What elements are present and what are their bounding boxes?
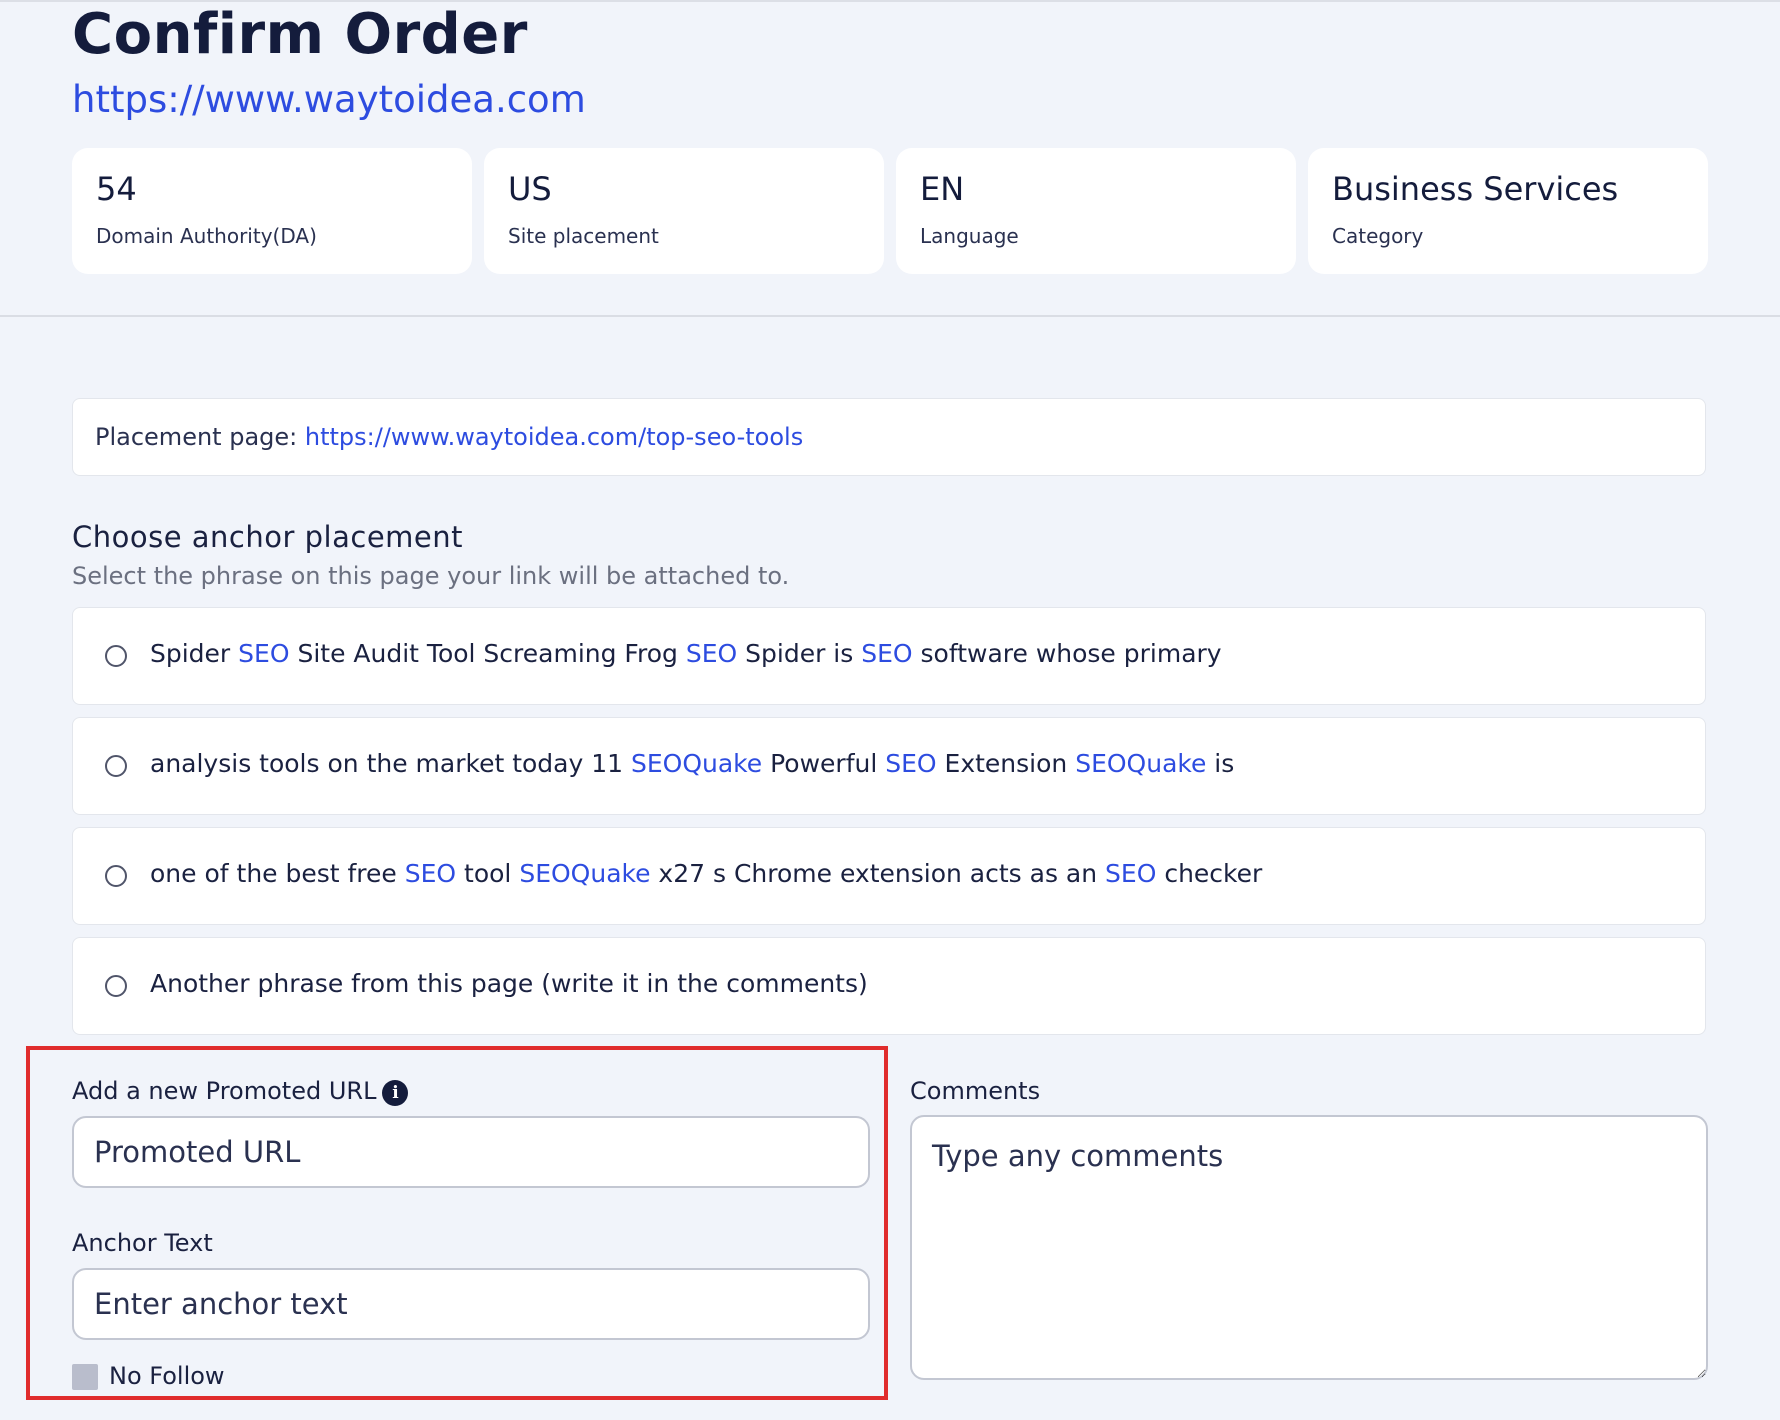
anchor-option-text: Another phrase from this page (write it … — [150, 969, 868, 998]
keyword-highlight: SEOQuake — [519, 859, 651, 888]
keyword-highlight: SEO — [404, 859, 457, 888]
anchor-option-text: one of the best free SEO tool SEOQuake x… — [150, 859, 1262, 888]
stat-label: Language — [920, 224, 1019, 248]
anchor-option[interactable]: one of the best free SEO tool SEOQuake x… — [72, 827, 1706, 925]
stat-label: Site placement — [508, 224, 659, 248]
promoted-url-label: Add a new Promoted URL — [72, 1077, 377, 1105]
keyword-highlight: SEO — [1105, 859, 1157, 888]
stat-value: US — [508, 170, 552, 208]
promoted-url-input[interactable] — [72, 1116, 870, 1188]
anchor-section-subtitle: Select the phrase on this page your link… — [72, 562, 790, 590]
comments-label: Comments — [910, 1077, 1041, 1105]
phrase-text: one of the best free — [150, 859, 405, 888]
phrase-text: Extension — [936, 749, 1076, 778]
keyword-highlight: SEO — [238, 639, 290, 668]
keyword-highlight: SEO — [685, 639, 738, 668]
keyword-highlight: SEOQuake — [1075, 749, 1207, 778]
keyword-highlight: SEO — [885, 749, 937, 778]
phrase-text: is — [1206, 749, 1235, 778]
radio-button[interactable] — [105, 975, 127, 997]
radio-button[interactable] — [105, 755, 127, 777]
stat-label: Domain Authority(DA) — [96, 224, 317, 248]
phrase-text: software whose primary — [912, 639, 1222, 668]
keyword-highlight: SEO — [861, 639, 913, 668]
comments-textarea[interactable] — [910, 1115, 1708, 1380]
anchor-option-text: Spider SEO Site Audit Tool Screaming Fro… — [150, 639, 1222, 668]
stat-label: Category — [1332, 224, 1424, 248]
keyword-highlight: SEOQuake — [631, 749, 763, 778]
anchor-section-title: Choose anchor placement — [72, 520, 464, 554]
phrase-text: analysis tools on the market today 11 — [150, 749, 631, 778]
placement-page-text: Placement page: https://www.waytoidea.co… — [95, 423, 803, 451]
stat-value: 54 — [96, 170, 137, 208]
site-url-link[interactable]: https://www.waytoidea.com — [72, 78, 586, 121]
phrase-text: Site Audit Tool Screaming Frog — [289, 639, 686, 668]
info-icon[interactable]: i — [382, 1080, 409, 1106]
nofollow-label[interactable]: No Follow — [109, 1362, 225, 1390]
stat-card-language: EN Language — [896, 148, 1296, 274]
anchor-text-label: Anchor Text — [72, 1229, 213, 1257]
phrase-text: Spider is — [737, 639, 862, 668]
stat-card-category: Business Services Category — [1308, 148, 1708, 274]
stat-card-da: 54 Domain Authority(DA) — [72, 148, 472, 274]
placement-page-box: Placement page: https://www.waytoidea.co… — [72, 398, 1706, 476]
anchor-option-text: analysis tools on the market today 11 SE… — [150, 749, 1234, 778]
phrase-text: tool — [456, 859, 520, 888]
anchor-option[interactable]: analysis tools on the market today 11 SE… — [72, 717, 1706, 815]
phrase-text: x27 s Chrome extension acts as an — [650, 859, 1106, 888]
section-divider — [0, 315, 1780, 317]
placement-page-link[interactable]: https://www.waytoidea.com/top-seo-tools — [305, 423, 803, 451]
stat-value: EN — [920, 170, 965, 208]
anchor-option[interactable]: Spider SEO Site Audit Tool Screaming Fro… — [72, 607, 1706, 705]
anchor-text-input[interactable] — [72, 1268, 870, 1340]
radio-button[interactable] — [105, 645, 127, 667]
phrase-text: Spider — [150, 639, 239, 668]
promoted-url-label-row: Add a new Promoted URL i — [72, 1077, 409, 1106]
page-title: Confirm Order — [72, 2, 528, 67]
stat-value: Business Services — [1332, 170, 1619, 208]
phrase-text: Another phrase from this page (write it … — [150, 969, 868, 998]
nofollow-checkbox[interactable] — [72, 1364, 98, 1390]
stat-card-placement: US Site placement — [484, 148, 884, 274]
radio-button[interactable] — [105, 865, 127, 887]
phrase-text: Powerful — [762, 749, 886, 778]
placement-page-label: Placement page: — [95, 423, 298, 451]
phrase-text: checker — [1156, 859, 1263, 888]
anchor-option[interactable]: Another phrase from this page (write it … — [72, 937, 1706, 1035]
